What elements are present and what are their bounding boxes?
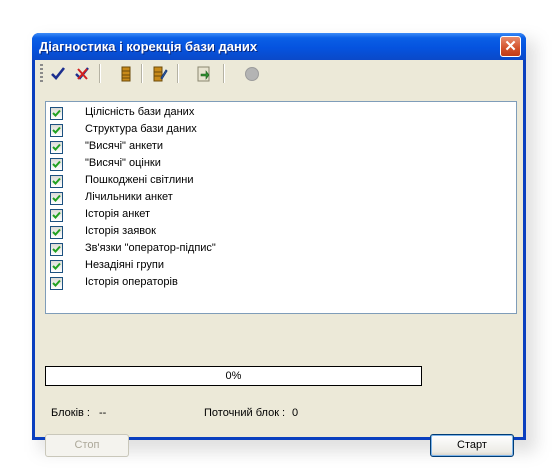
list-item-label: Лічильники анкет (85, 191, 173, 203)
check-icon (52, 211, 61, 219)
export-button[interactable] (193, 63, 215, 85)
checkbox[interactable] (50, 124, 63, 137)
list-item-label: "Висячі" анкети (85, 140, 164, 152)
stop-circle-icon (245, 67, 259, 81)
list-item-label: Незадіяні групи (85, 259, 164, 271)
checkbox[interactable] (50, 260, 63, 273)
list-item-label: Історія анкет (85, 208, 151, 220)
checkbox[interactable] (50, 243, 63, 256)
title-bar[interactable]: Діагностика і корекція бази даних ✕ (32, 33, 526, 60)
checkmark-icon (51, 67, 66, 80)
checkbox[interactable] (50, 107, 63, 120)
checkbox[interactable] (50, 158, 63, 171)
list-item-label: "Висячі" оцінки (85, 157, 161, 169)
stop-toolbar-button[interactable] (241, 63, 263, 85)
current-block-label: Поточний блок : (204, 407, 286, 419)
database-button[interactable] (115, 63, 137, 85)
checkbox[interactable] (50, 209, 63, 222)
window-title: Діагностика і корекція бази даних (39, 39, 258, 54)
check-icon (52, 109, 61, 117)
close-icon: ✕ (504, 38, 517, 55)
list-item-label: Цілісність бази даних (85, 106, 195, 118)
check-icon (52, 228, 61, 236)
check-all-button[interactable] (47, 63, 69, 85)
stop-button[interactable]: Стоп (45, 434, 129, 457)
dialog-client: Цілісність бази даних Структура бази дани… (35, 60, 523, 457)
checkbox[interactable] (50, 226, 63, 239)
current-block-value: 0 (292, 407, 299, 419)
start-button[interactable]: Старт (430, 434, 514, 457)
dialog-window: Діагностика і корекція бази даних ✕ Цілі… (32, 33, 526, 457)
check-icon (52, 160, 61, 168)
check-icon (52, 262, 61, 270)
toolbar-grip[interactable] (40, 64, 43, 83)
blocks-value: -- (99, 407, 107, 419)
toolbar (35, 60, 523, 88)
database-icon (121, 66, 131, 82)
checkbox[interactable] (50, 175, 63, 188)
progress-bar: 0% (45, 366, 422, 386)
check-icon (52, 279, 61, 287)
cross-check-icon (75, 67, 89, 80)
list-item-label: Історія заявок (85, 225, 156, 237)
checkbox[interactable] (50, 192, 63, 205)
checks-list: Цілісність бази даних Структура бази дани… (45, 101, 517, 314)
progress-label: 0% (225, 370, 242, 382)
checkbox[interactable] (50, 141, 63, 154)
check-icon (52, 177, 61, 185)
list-item-label: Структура бази даних (85, 123, 197, 135)
list-item-label: Пошкоджені світлини (85, 174, 194, 186)
check-icon (52, 126, 61, 134)
check-icon (52, 245, 61, 253)
checkbox[interactable] (50, 277, 63, 290)
list-item-label: Історія операторів (85, 276, 178, 288)
uncheck-all-button[interactable] (71, 63, 93, 85)
export-icon (197, 66, 210, 82)
check-icon (52, 194, 61, 202)
list-item-label: Зв'язки "оператор-підпис" (85, 242, 216, 254)
database-edit-button[interactable] (149, 63, 171, 85)
check-icon (52, 143, 61, 151)
blocks-label: Блоків : (51, 407, 90, 419)
database-edit-icon (153, 66, 168, 82)
close-button[interactable]: ✕ (500, 36, 521, 57)
